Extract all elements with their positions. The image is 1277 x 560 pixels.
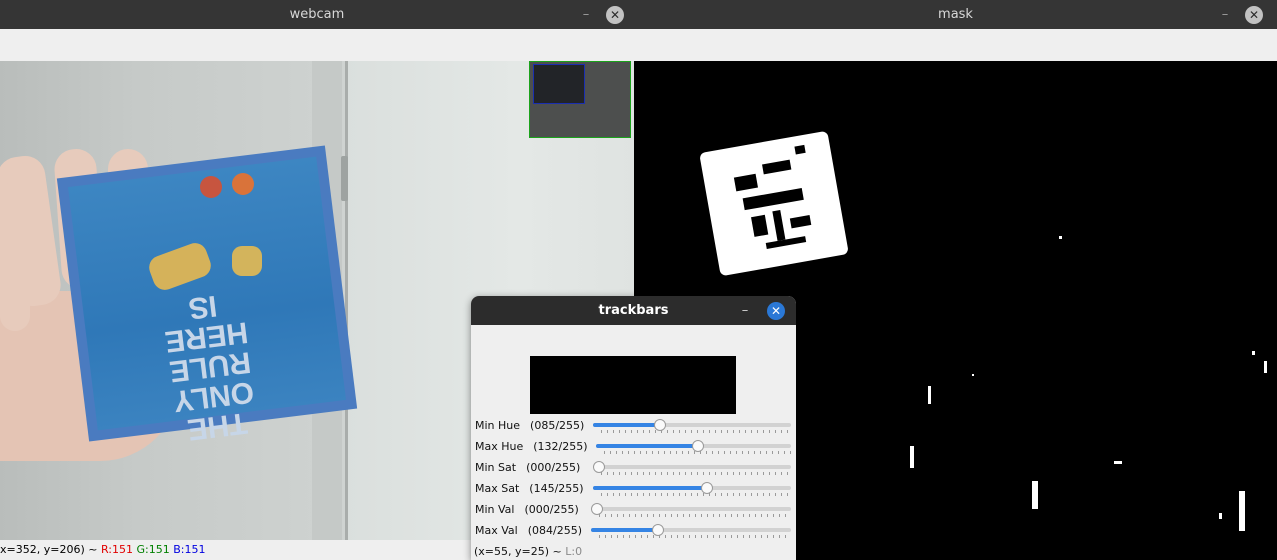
mask-noise <box>1239 491 1245 531</box>
slider-name: Min Hue <box>475 419 521 432</box>
webcam-close-button[interactable]: ✕ <box>606 6 624 24</box>
slider-row: Max Sat (145/255) <box>471 479 793 500</box>
status-red: R:151 <box>100 543 133 556</box>
trackbars-statusbar: (x=55, y=25) ~ L:0 <box>474 545 582 558</box>
slider-track[interactable] <box>591 524 791 536</box>
webcam-title: webcam <box>289 7 345 22</box>
slider-value-text: (132/255) <box>533 440 588 453</box>
mask-blob <box>699 130 849 277</box>
slider-value-text: (145/255) <box>529 482 584 495</box>
trackbars-window: trackbars – ✕ Min Hue (085/255) Max Hue (13… <box>471 296 796 560</box>
mask-hole <box>751 214 769 237</box>
trackbars-minimize-button[interactable]: – <box>735 296 755 325</box>
slider-row: Max Val (084/255) <box>471 521 793 542</box>
slider-value-text: (000/255) <box>526 461 581 474</box>
slider-ticks <box>599 535 791 538</box>
slider-label: Min Hue (085/255) <box>475 419 584 432</box>
status-coords: x=352, y=206) ~ <box>0 543 101 556</box>
mask-hole <box>789 215 812 229</box>
slider-label: Max Hue (132/255) <box>475 440 588 453</box>
status-blue: B:151 <box>173 543 206 556</box>
mask-noise <box>1059 236 1062 239</box>
slider-name: Min Sat <box>475 461 517 474</box>
slider-track[interactable] <box>593 419 791 431</box>
webcam-minimize-button[interactable]: – <box>576 0 596 29</box>
trackbars-title: trackbars <box>598 303 669 318</box>
slider-fill <box>596 444 697 448</box>
package-logo-dot <box>232 173 254 195</box>
webcam-toolbar <box>0 29 634 62</box>
slider-name: Min Val <box>475 503 515 516</box>
door-edge <box>345 61 348 540</box>
package-graphic <box>232 246 262 276</box>
slider-name: Max Hue <box>475 440 524 453</box>
mask-noise <box>910 446 914 468</box>
slider-track[interactable] <box>593 482 791 494</box>
trackbars-close-button[interactable]: ✕ <box>767 302 785 320</box>
mask-noise <box>1032 481 1038 509</box>
mask-close-button[interactable]: ✕ <box>1245 6 1263 24</box>
slider-value-text: (085/255) <box>530 419 585 432</box>
mask-toolbar <box>634 29 1277 62</box>
slider-label: Min Val (000/255) <box>475 503 579 516</box>
mask-hole <box>733 173 758 192</box>
slider-ticks <box>601 430 791 433</box>
slider-label: Max Val (084/255) <box>475 524 582 537</box>
trackbars-body: Min Hue (085/255) Max Hue (132/255) Min Sat (… <box>471 325 796 560</box>
trackbars-status-luma: L:0 <box>565 545 583 558</box>
slider-value-text: (000/255) <box>524 503 579 516</box>
package-logo-dot <box>200 176 222 198</box>
trackbars-preview-image <box>530 356 736 414</box>
slider-label: Min Sat (000/255) <box>475 461 580 474</box>
slider-track[interactable] <box>596 440 791 452</box>
slider-row: Min Val (000/255) <box>471 500 793 521</box>
mask-noise <box>972 374 974 376</box>
mask-titlebar[interactable]: mask <box>634 0 1277 29</box>
slider-name: Max Val <box>475 524 518 537</box>
mask-noise <box>1252 351 1255 355</box>
slider-fill <box>593 423 659 427</box>
slider-name: Max Sat <box>475 482 520 495</box>
mask-hole <box>762 159 792 175</box>
slider-fill <box>591 528 657 532</box>
status-green: G:151 <box>136 543 170 556</box>
mask-hole <box>794 144 806 155</box>
roi-overlay-inner <box>533 64 585 104</box>
slider-track[interactable] <box>593 461 791 473</box>
slider-value-text: (084/255) <box>527 524 582 537</box>
mask-minimize-button[interactable]: – <box>1215 0 1235 29</box>
slider-ticks <box>604 451 791 454</box>
slider-ticks <box>601 493 791 496</box>
mask-noise <box>1114 461 1122 464</box>
mask-noise <box>1264 361 1267 373</box>
mask-hole <box>772 210 786 241</box>
trackbars-status-coords: (x=55, y=25) ~ <box>474 545 566 558</box>
mask-hole <box>742 187 804 211</box>
slider-row: Max Hue (132/255) <box>471 437 793 458</box>
slider-label: Max Sat (145/255) <box>475 482 584 495</box>
slider-fill <box>593 486 706 490</box>
mask-noise <box>928 386 931 404</box>
slider-ticks <box>599 514 791 517</box>
slider-track[interactable] <box>591 503 791 515</box>
mask-noise <box>1219 513 1222 519</box>
mask-title: mask <box>938 7 973 22</box>
slider-row: Min Sat (000/255) <box>471 458 793 479</box>
mask-hole <box>765 236 807 249</box>
slider-row: Min Hue (085/255) <box>471 416 793 437</box>
package-text: THE ONLY RULE HERE IS <box>163 288 256 447</box>
webcam-titlebar[interactable]: webcam <box>0 0 634 29</box>
slider-ticks <box>601 472 791 475</box>
door-hinge <box>341 156 348 201</box>
hand-finger <box>0 181 30 331</box>
